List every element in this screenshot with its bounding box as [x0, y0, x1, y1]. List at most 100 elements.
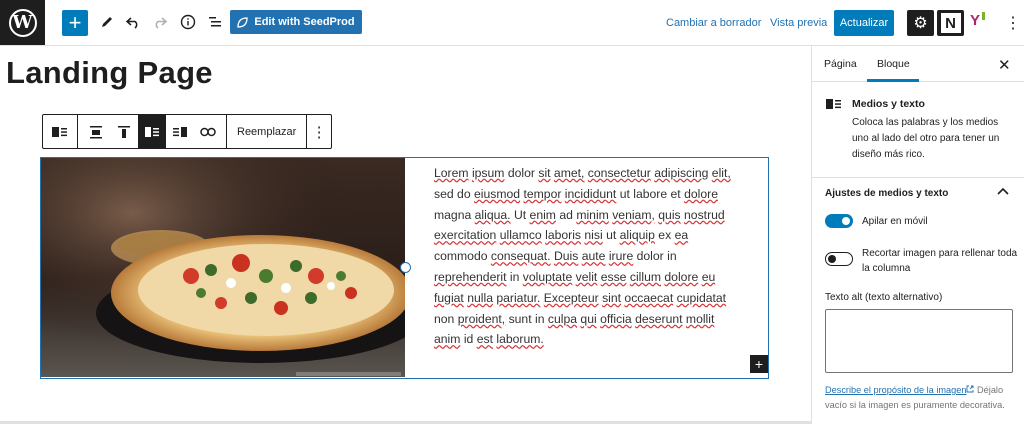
block-card-description: Coloca las palabras y los medios uno al …: [852, 117, 1000, 160]
misspelled-word: fugiat: [434, 290, 464, 305]
align-top-icon: [118, 125, 130, 138]
misspelled-word: laborum.: [496, 332, 544, 347]
misspelled-word: ea: [674, 228, 689, 243]
tab-block[interactable]: Bloque: [877, 58, 910, 70]
chevron-up-icon[interactable]: [997, 186, 1009, 198]
misspelled-word: ullamco: [499, 228, 542, 243]
redo-button[interactable]: [147, 9, 173, 35]
image-resize-handle[interactable]: [400, 262, 411, 273]
insert-link-button[interactable]: [194, 115, 222, 148]
misspelled-word: eiusmod: [474, 186, 521, 201]
seedprod-label: Edit with SeedProd: [254, 16, 355, 28]
details-button[interactable]: [175, 9, 201, 35]
info-icon: [180, 14, 196, 30]
undo-button[interactable]: [120, 9, 146, 35]
yoast-seo-button[interactable]: Y: [970, 12, 985, 29]
misspelled-word: velit: [575, 269, 598, 284]
vertical-ellipsis-icon: ⋮: [1005, 15, 1021, 32]
misspelled-word: occaecat: [624, 290, 674, 305]
list-view-button[interactable]: [202, 9, 228, 35]
misspelled-word: nulla: [467, 290, 493, 305]
misspelled-word: consequat.: [490, 249, 551, 264]
misspelled-word: pariatur.: [496, 290, 541, 305]
alt-text-label: Texto alt (texto alternativo): [825, 292, 943, 303]
misspelled-word: Lorem: [434, 166, 469, 180]
misspelled-word: aliquip: [619, 228, 655, 243]
media-left-button[interactable]: [138, 115, 166, 148]
misspelled-word: cillum: [629, 269, 662, 284]
misspelled-word: dolore: [684, 186, 718, 201]
block-type-button[interactable]: [43, 115, 77, 148]
stack-on-mobile-toggle[interactable]: [825, 214, 853, 228]
alt-text-help-link[interactable]: Describe el propósito de la imagen: [825, 385, 966, 395]
misspelled-word: voluptate: [522, 269, 573, 284]
edit-pencil-button[interactable]: [94, 9, 120, 35]
alt-text-help: Describe el propósito de la imagen Déjal…: [825, 383, 1015, 413]
misspelled-word: elit,: [711, 166, 731, 180]
block-card-title: Medios y texto: [852, 98, 925, 110]
stack-on-mobile-label: Apilar en móvil: [862, 216, 928, 227]
misspelled-word: laboris: [545, 228, 582, 243]
gear-icon: ⚙: [913, 15, 928, 32]
align-center-button[interactable]: [82, 115, 110, 148]
misspelled-word: anim: [434, 332, 461, 347]
block-card: Medios y texto Coloca las palabras y los…: [812, 82, 1024, 178]
misspelled-word: qui: [580, 311, 597, 326]
align-center-icon: [90, 125, 102, 138]
wordpress-logo-button[interactable]: W: [0, 0, 45, 45]
yoast-icon: Y: [970, 12, 981, 29]
vertical-ellipsis-icon: ⋮: [311, 123, 327, 141]
alignment-segment: [78, 115, 227, 148]
pizza-image[interactable]: [41, 158, 405, 377]
list-view-icon: [209, 17, 221, 27]
misspelled-word: reprehenderit: [434, 269, 507, 284]
media-left-icon: [145, 126, 159, 137]
misspelled-word: sit: [538, 166, 551, 180]
media-text-block[interactable]: Lorem ipsum dolor sit amet, consectetur …: [40, 157, 769, 379]
media-right-icon: [173, 126, 187, 137]
misspelled-word: quis: [658, 207, 681, 222]
preview-link[interactable]: Vista previa: [770, 17, 827, 29]
settings-button[interactable]: ⚙: [907, 10, 934, 36]
update-button[interactable]: Actualizar: [834, 10, 894, 36]
misspelled-word: consectetur: [587, 166, 651, 180]
media-right-button[interactable]: [166, 115, 194, 148]
media-text-icon: [52, 126, 67, 137]
misspelled-word: Excepteur: [543, 290, 599, 305]
media-text-settings-panel-toggle[interactable]: Ajustes de medios y texto: [825, 188, 948, 199]
more-options-button[interactable]: ⋮: [1005, 10, 1021, 36]
add-inner-block-button[interactable]: +: [750, 355, 768, 373]
misspelled-word: veniam,: [612, 207, 655, 222]
alt-text-textarea[interactable]: [825, 309, 1013, 373]
misspelled-word: amet,: [553, 166, 585, 180]
misspelled-word: exercitation: [434, 228, 497, 243]
block-paragraph[interactable]: Lorem ipsum dolor sit amet, consectetur …: [434, 163, 744, 350]
misspelled-word: dolore: [664, 269, 699, 284]
close-icon: ✕: [998, 57, 1011, 74]
misspelled-word: officia: [600, 311, 632, 326]
misspelled-word: nisi: [584, 228, 603, 243]
misspelled-word: culpa: [547, 311, 578, 326]
add-block-button[interactable]: +: [62, 10, 88, 36]
sidebar-tabs: Página Bloque ✕: [812, 46, 1024, 82]
undo-icon: [125, 17, 138, 29]
vertical-align-top-button[interactable]: [110, 115, 138, 148]
replace-segment: Reemplazar: [227, 115, 308, 148]
misspelled-word: deserunt: [635, 311, 683, 326]
misspelled-word: esse: [600, 269, 627, 284]
replace-media-button[interactable]: Reemplazar: [227, 115, 306, 148]
n-plugin-icon: N: [940, 13, 961, 33]
tab-page[interactable]: Página: [824, 58, 857, 70]
misspelled-word: est: [476, 332, 493, 347]
page-title[interactable]: Landing Page: [6, 55, 213, 91]
misspelled-word: nostrud: [684, 207, 725, 222]
block-options-button[interactable]: ⋮: [307, 115, 331, 148]
crop-image-toggle[interactable]: [825, 252, 853, 266]
close-sidebar-button[interactable]: ✕: [998, 56, 1011, 74]
misspelled-word: proident,: [457, 311, 506, 326]
edit-with-seedprod-button[interactable]: Edit with SeedProd: [230, 10, 362, 34]
misspelled-word: enim: [529, 207, 556, 222]
external-link-icon: [967, 385, 974, 393]
n-plugin-button[interactable]: N: [937, 10, 964, 36]
switch-to-draft-link[interactable]: Cambiar a borrador: [666, 17, 761, 29]
